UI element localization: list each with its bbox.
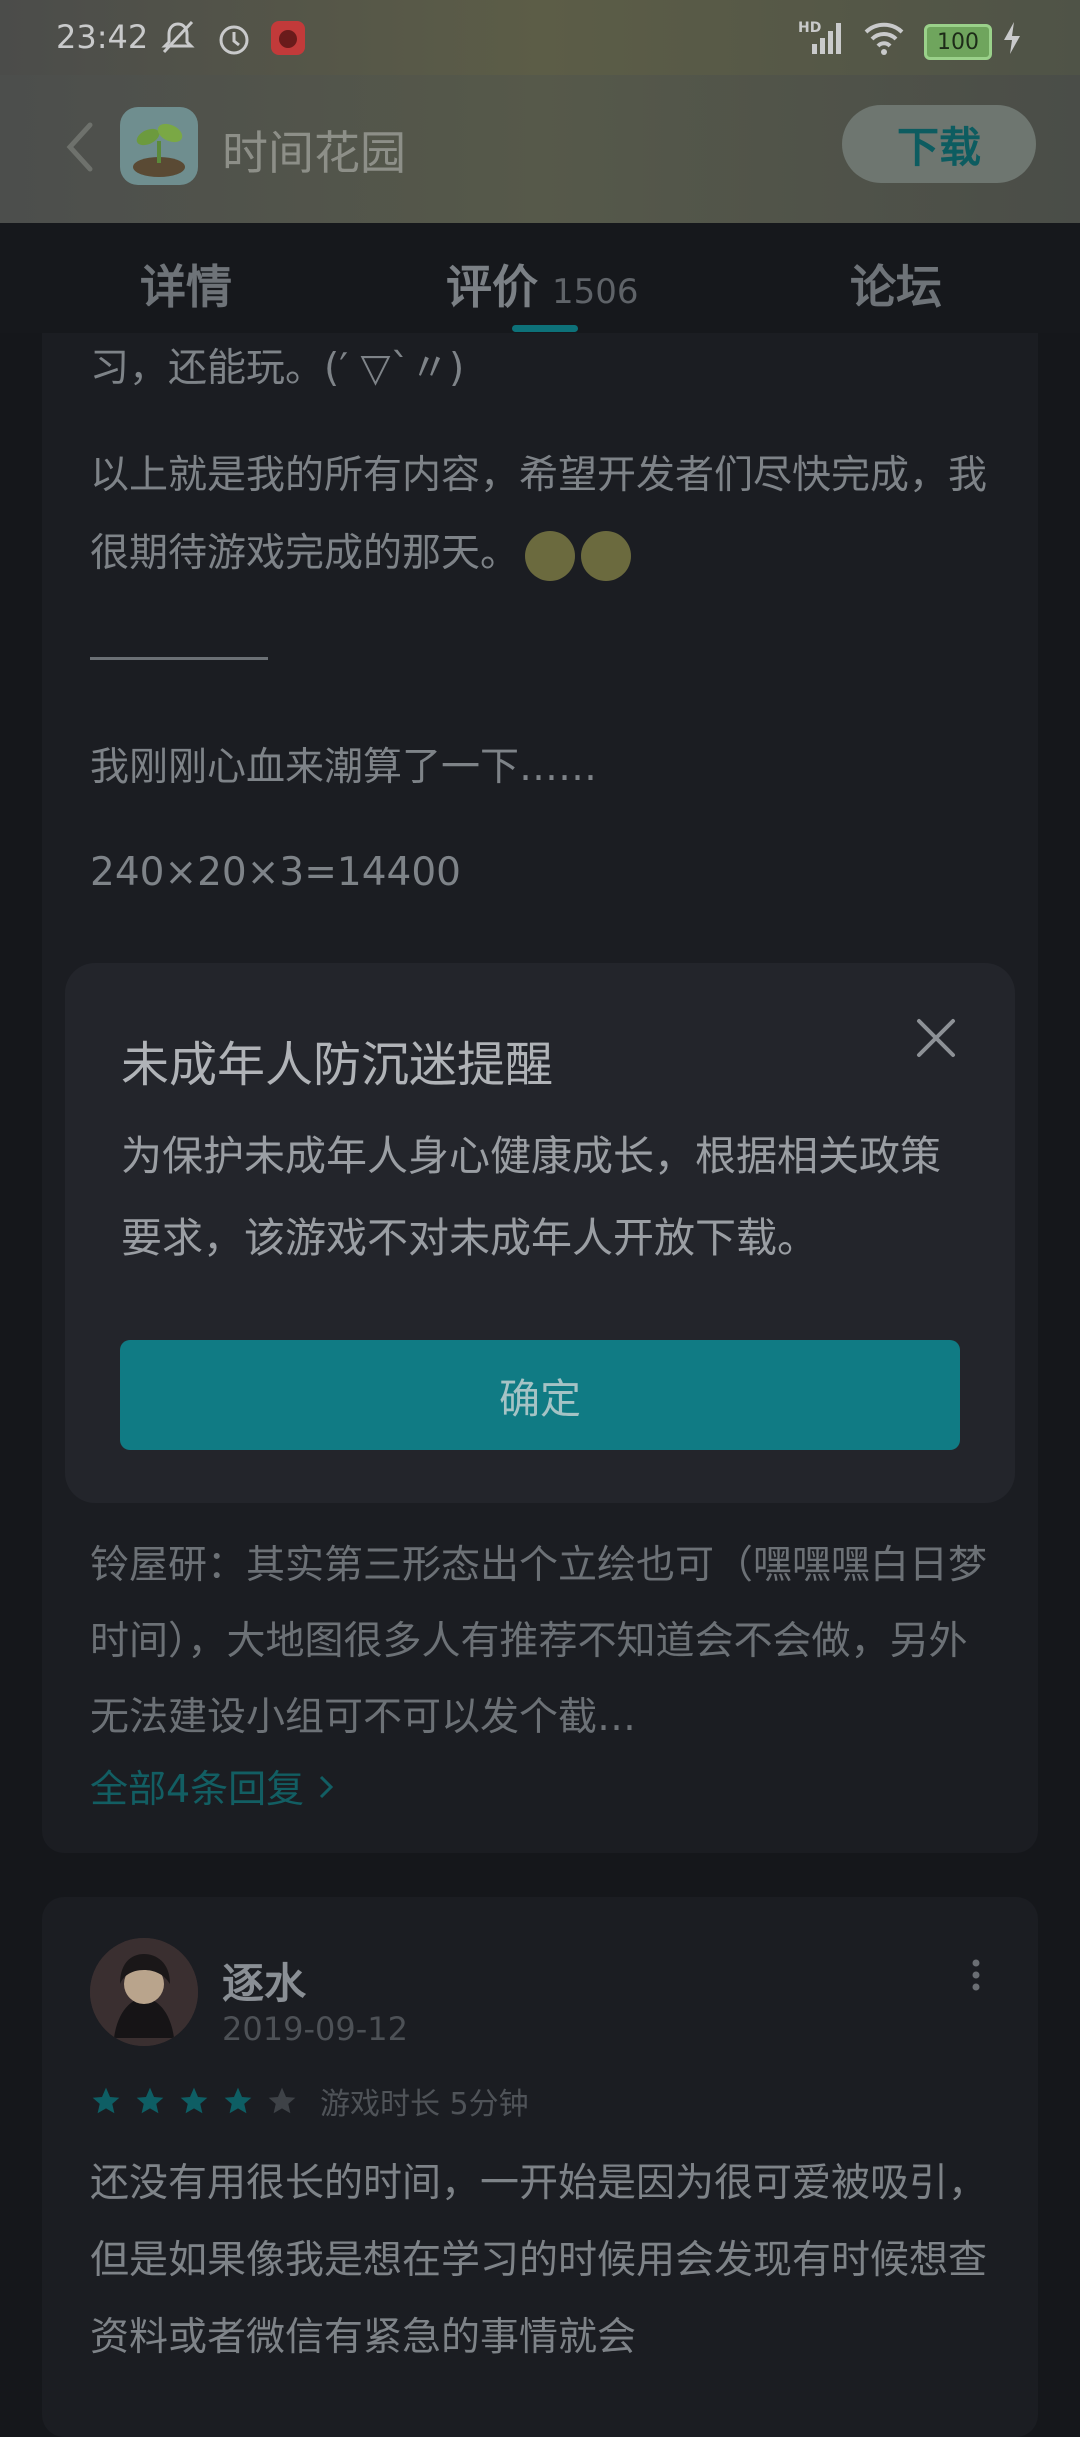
confirm-button[interactable]: 确定 bbox=[120, 1340, 960, 1450]
dialog-title: 未成年人防沉迷提醒 bbox=[121, 1037, 554, 1093]
tab-forum[interactable]: 论坛 bbox=[850, 251, 942, 317]
star-empty-icon bbox=[268, 2087, 296, 2114]
download-button[interactable]: 下载 bbox=[842, 105, 1036, 183]
chevron-right-icon bbox=[320, 1775, 334, 1799]
review-date: 2019-09-12 bbox=[222, 2010, 408, 2048]
battery-level: 100 bbox=[937, 29, 979, 55]
tab-reviews[interactable]: 评价 1506 bbox=[446, 251, 639, 317]
signal-icon bbox=[806, 16, 850, 60]
tab-label: 评价 bbox=[446, 260, 538, 314]
divider-line bbox=[90, 657, 268, 660]
status-time: 23:42 bbox=[56, 18, 149, 56]
battery-icon: 100 bbox=[924, 24, 992, 60]
anti-addiction-dialog: 未成年人防沉迷提醒 为保护未成年人身心健康成长，根据相关政策要求，该游戏不对未成… bbox=[65, 963, 1015, 1503]
close-icon[interactable] bbox=[911, 1013, 961, 1063]
dialog-message: 为保护未成年人身心健康成长，根据相关政策要求，该游戏不对未成年人开放下载。 bbox=[121, 1132, 941, 1262]
all-replies-link[interactable]: 全部4条回复 bbox=[90, 1758, 336, 1813]
status-bar: 23:42 HD 100 bbox=[0, 0, 1080, 75]
charging-icon bbox=[990, 16, 1034, 60]
app-title: 时间花园 bbox=[222, 126, 406, 180]
star-filled-icon bbox=[136, 2087, 164, 2114]
alarm-icon bbox=[212, 16, 256, 60]
app-header: 时间花园 下载 bbox=[0, 75, 1080, 223]
review-count: 1506 bbox=[552, 272, 639, 312]
more-options-icon[interactable] bbox=[966, 1955, 986, 1995]
star-filled-icon bbox=[180, 2087, 208, 2114]
review-paragraph: 我刚刚心血来潮算了一下…… bbox=[90, 745, 598, 790]
review-paragraph: 以上就是我的所有内容，希望开发者们尽快完成，我很期待游戏完成的那天。 bbox=[90, 437, 990, 593]
smile-emoji-icon bbox=[525, 530, 576, 581]
star-rating: 游戏时长 5分钟 bbox=[90, 2083, 529, 2122]
back-arrow-icon[interactable] bbox=[56, 117, 106, 177]
tab-bar: 详情 评价 1506 论坛 bbox=[0, 223, 1080, 333]
star-filled-icon bbox=[224, 2087, 252, 2114]
app-logo bbox=[120, 107, 198, 185]
review-username[interactable]: 逐水 bbox=[222, 1950, 306, 2011]
all-replies-label: 全部4条回复 bbox=[90, 1767, 305, 1811]
play-time: 游戏时长 5分钟 bbox=[320, 2087, 529, 2122]
tab-label: 论坛 bbox=[850, 260, 942, 314]
mute-icon bbox=[156, 16, 200, 60]
reply-preview[interactable]: 铃屋研：其实第三形态出个立绘也可（嘿嘿嘿白日梦时间），大地图很多人有推荐不知道会… bbox=[90, 1528, 990, 1756]
wifi-icon bbox=[862, 16, 906, 60]
avatar[interactable] bbox=[90, 1938, 198, 2046]
app-notification-icon bbox=[266, 16, 310, 60]
tab-label: 详情 bbox=[140, 260, 232, 314]
tab-details[interactable]: 详情 bbox=[140, 251, 232, 317]
star-filled-icon bbox=[92, 2087, 120, 2114]
review-text: 还没有用很长的时间，一开始是因为很可爱被吸引，但是如果像我是想在学习的时候用会发… bbox=[90, 2161, 988, 2360]
review-paragraph: 240×20×3=14400 bbox=[90, 850, 461, 895]
smile-emoji-icon bbox=[581, 530, 632, 581]
review-text-line: 习，还能玩。(′ ▽`〃) bbox=[90, 346, 465, 391]
